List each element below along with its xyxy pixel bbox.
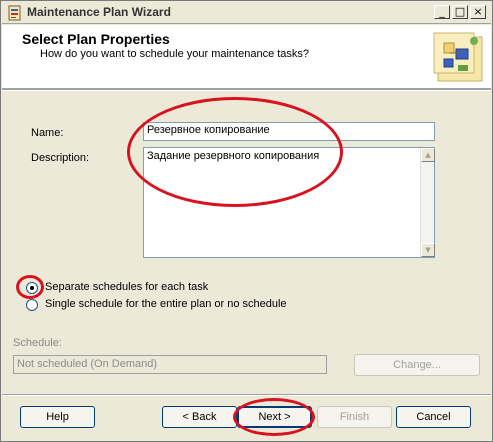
wizard-app-icon	[8, 5, 21, 21]
page-title: Select Plan Properties	[22, 31, 170, 47]
close-icon: ×	[473, 5, 483, 18]
minimize-icon: _	[439, 5, 445, 18]
description-scrollbar[interactable]: ▲ ▼	[420, 148, 435, 257]
annotation-circle-next	[233, 398, 315, 436]
finish-button: Finish	[317, 406, 392, 428]
footer-separator	[2, 394, 491, 396]
change-schedule-button: Change...	[354, 354, 480, 376]
header-separator	[2, 89, 491, 91]
scroll-up-icon[interactable]: ▲	[421, 148, 435, 162]
radio-single-label[interactable]: Single schedule for the entire plan or n…	[45, 298, 287, 310]
schedule-field: Not scheduled (On Demand)	[13, 355, 327, 374]
radio-separate-label[interactable]: Separate schedules for each task	[45, 281, 208, 293]
name-label: Name:	[31, 127, 64, 139]
scroll-down-icon[interactable]: ▼	[421, 243, 435, 257]
maximize-button[interactable]: □	[452, 5, 468, 19]
annotation-circle-name-description	[127, 97, 343, 207]
window-title: Maintenance Plan Wizard	[27, 5, 171, 19]
page-subtitle: How do you want to schedule your mainten…	[40, 48, 310, 60]
annotation-circle-radio	[16, 275, 44, 299]
title-bar[interactable]: Maintenance Plan Wizard _ □ ×	[2, 2, 491, 24]
maximize-icon: □	[454, 5, 466, 18]
help-button[interactable]: Help	[20, 406, 95, 428]
schedule-label: Schedule:	[13, 337, 62, 349]
cancel-button[interactable]: Cancel	[396, 406, 471, 428]
back-button[interactable]: < Back	[162, 406, 237, 428]
radio-single-schedule[interactable]	[26, 299, 38, 311]
description-label: Description:	[31, 152, 90, 164]
wizard-window: Maintenance Plan Wizard _ □ × Select Pla…	[0, 0, 493, 442]
wizard-graphic-icon	[433, 32, 483, 82]
close-button[interactable]: ×	[470, 5, 486, 19]
wizard-header: Select Plan Properties How do you want t…	[2, 25, 491, 89]
minimize-button[interactable]: _	[434, 5, 450, 19]
